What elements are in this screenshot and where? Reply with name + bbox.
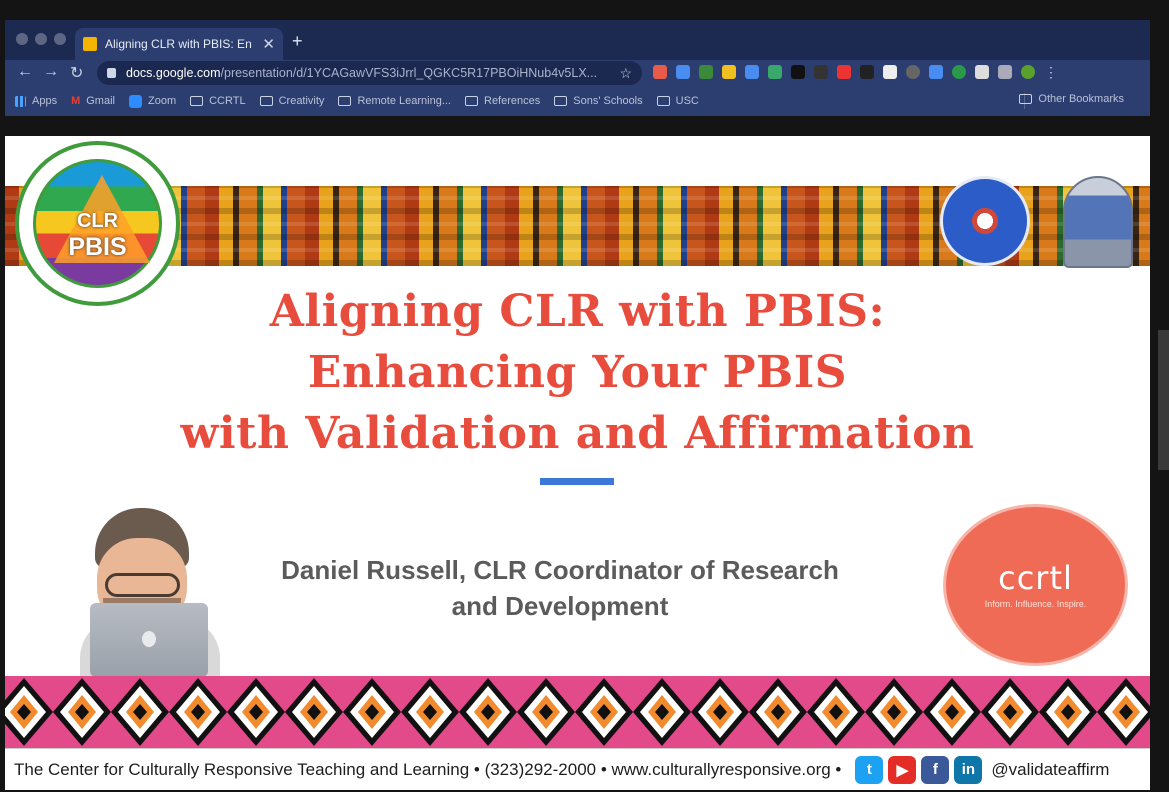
bookmark-zoom[interactable]: Zoom — [128, 94, 176, 108]
presentation-slide: CLR PBIS Aligning CLR with PBIS: Enhanci… — [5, 136, 1150, 790]
extension-icon[interactable] — [837, 65, 851, 79]
presenter-line-2: and Development — [451, 591, 669, 621]
folder-icon — [338, 96, 352, 106]
title-line-2: Enhancing Your PBIS — [307, 347, 848, 398]
bookmarks-bar: Apps M Gmail Zoom CCRTL Creativity Remote… — [5, 86, 1150, 116]
slide-title: Aligning CLR with PBIS: Enhancing Your P… — [5, 281, 1150, 464]
browser-window: Aligning CLR with PBIS: En ✕ + ← → ↻ doc… — [5, 20, 1150, 116]
bookmark-usc[interactable]: USC — [656, 95, 699, 107]
logo-text-clr: CLR — [76, 210, 119, 232]
bookmark-references[interactable]: References — [465, 95, 540, 107]
jukebox-icon — [1063, 176, 1133, 268]
social-handle: @validateaffirm — [991, 759, 1110, 779]
address-bar[interactable]: docs.google.com /presentation/d/1YCAGawV… — [97, 61, 642, 85]
url-path: /presentation/d/1YCAGawVFS3iJrrl_QGKC5R1… — [220, 66, 598, 80]
extension-icon[interactable] — [906, 65, 920, 79]
presenter-credit: Daniel Russell, CLR Coordinator of Resea… — [175, 552, 945, 624]
apple-logo-icon — [142, 631, 156, 647]
forward-icon[interactable]: → — [43, 63, 59, 81]
twitter-icon: t — [855, 755, 884, 784]
extension-icon[interactable] — [952, 65, 966, 79]
extension-icon[interactable] — [929, 65, 943, 79]
bookmark-gmail[interactable]: M Gmail — [71, 95, 115, 107]
extension-icon[interactable] — [791, 65, 805, 79]
extension-icon[interactable] — [699, 65, 713, 79]
profile-avatar[interactable] — [1021, 65, 1035, 79]
bookmark-sons-schools[interactable]: Sons' Schools — [554, 95, 643, 107]
reading-list-icon[interactable] — [998, 65, 1012, 79]
tab-strip: Aligning CLR with PBIS: En ✕ + — [5, 20, 1150, 60]
slide-footer: The Center for Culturally Responsive Tea… — [5, 748, 1150, 790]
facebook-icon: f — [921, 755, 950, 784]
bookmark-creativity[interactable]: Creativity — [259, 95, 324, 107]
glasses-icon — [105, 573, 180, 597]
title-divider — [540, 478, 614, 485]
bookmark-star-icon[interactable]: ☆ — [619, 65, 632, 82]
back-icon[interactable]: ← — [17, 63, 33, 81]
extension-icon[interactable] — [814, 65, 828, 79]
folder-icon — [656, 96, 670, 106]
presenter-line-1: Daniel Russell, CLR Coordinator of Resea… — [281, 555, 839, 585]
folder-icon — [259, 96, 273, 106]
slides-favicon-icon — [83, 37, 97, 51]
window-controls — [16, 33, 66, 45]
reload-icon[interactable]: ↻ — [70, 63, 83, 83]
menu-icon[interactable]: ⋮ — [1044, 65, 1058, 79]
diamond-pattern — [5, 678, 1150, 746]
gmail-icon: M — [71, 95, 81, 107]
logo-text-pbis: PBIS — [68, 233, 127, 261]
bookmark-other[interactable]: Other Bookmarks — [1019, 93, 1124, 105]
zoom-icon — [128, 94, 142, 108]
url-host: docs.google.com — [126, 66, 221, 80]
maximize-window-button[interactable] — [54, 33, 66, 45]
new-tab-button[interactable]: + — [292, 31, 303, 52]
tab-title: Aligning CLR with PBIS: En — [105, 37, 252, 51]
bookmark-apps[interactable]: Apps — [15, 95, 57, 107]
side-video-thumbnail — [1158, 330, 1169, 470]
minimize-window-button[interactable] — [35, 33, 47, 45]
extension-icon[interactable] — [676, 65, 690, 79]
extensions-bar: ⋮ — [653, 65, 1058, 79]
ccrtl-tagline: Inform. Influence. Inspire. — [984, 599, 1087, 609]
ccrtl-logo: ccrtl Inform. Influence. Inspire. — [925, 504, 1132, 666]
active-tab[interactable]: Aligning CLR with PBIS: En ✕ — [75, 28, 283, 60]
folder-icon — [190, 96, 204, 106]
linkedin-icon: in — [954, 755, 983, 784]
music-note-icon — [940, 176, 1030, 266]
folder-icon — [554, 96, 568, 106]
close-tab-icon[interactable]: ✕ — [262, 35, 275, 53]
folder-icon — [465, 96, 478, 106]
browser-toolbar: ← → ↻ docs.google.com /presentation/d/1Y… — [5, 60, 1150, 86]
bookmark-remote-learning[interactable]: Remote Learning... — [338, 95, 451, 107]
title-line-1: Aligning CLR with PBIS: — [269, 286, 886, 337]
apps-grid-icon — [15, 95, 26, 107]
extension-icon[interactable] — [768, 65, 782, 79]
title-line-3: with Validation and Affirmation — [180, 408, 975, 459]
close-window-button[interactable] — [16, 33, 28, 45]
extension-icon[interactable] — [860, 65, 874, 79]
puzzle-icon[interactable] — [975, 65, 989, 79]
folder-icon — [1019, 94, 1033, 104]
diamond-pattern-banner — [5, 676, 1150, 748]
extension-icon[interactable] — [722, 65, 736, 79]
lock-icon — [107, 68, 116, 78]
extension-icon[interactable] — [883, 65, 897, 79]
extension-icon[interactable] — [653, 65, 667, 79]
footer-contact: The Center for Culturally Responsive Tea… — [14, 759, 842, 779]
extension-icon[interactable] — [745, 65, 759, 79]
youtube-icon: ▶ — [888, 755, 917, 784]
ccrtl-wordmark: ccrtl — [998, 559, 1073, 597]
bookmark-ccrtl[interactable]: CCRTL — [190, 95, 246, 107]
